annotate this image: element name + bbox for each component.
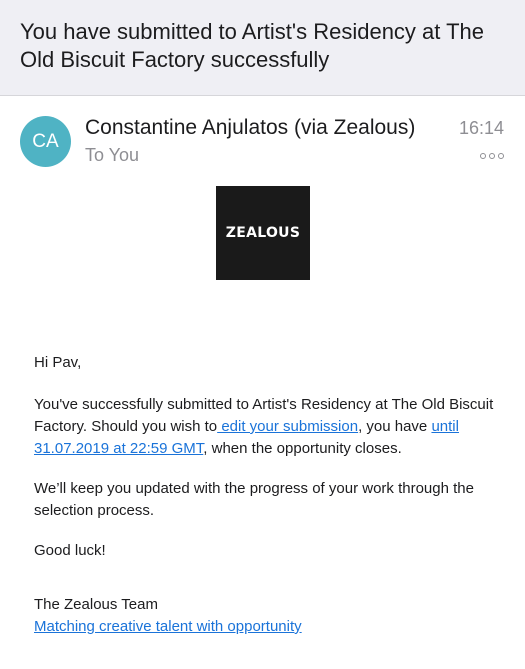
good-luck-text: Good luck! <box>34 542 106 559</box>
sender-name[interactable]: Constantine Anjulatos (via Zealous) <box>85 116 415 140</box>
tagline-link[interactable]: Matching creative talent with opportunit… <box>34 618 302 635</box>
email-body: Hi Pav, You've successfully submitted to… <box>34 352 494 638</box>
updates-paragraph: We’ll keep you updated with the progress… <box>34 480 474 519</box>
submission-paragraph: You've successfully submitted to Artist'… <box>34 394 494 460</box>
more-dot <box>498 153 504 159</box>
para1-middle: , you have <box>358 418 432 435</box>
para1-end: , when the opportunity closes. <box>203 440 402 457</box>
sender-avatar[interactable]: CA <box>20 116 71 167</box>
more-dot <box>489 153 495 159</box>
email-subject: You have submitted to Artist's Residency… <box>20 19 485 72</box>
recipient-line[interactable]: To You <box>85 145 139 166</box>
subject-bar: You have submitted to Artist's Residency… <box>0 0 525 96</box>
email-header: CA Constantine Anjulatos (via Zealous) T… <box>0 96 525 176</box>
more-dot <box>480 153 486 159</box>
edit-submission-link[interactable]: edit your submission <box>217 418 358 435</box>
signature-name: The Zealous Team <box>34 596 158 613</box>
greeting: Hi Pav, <box>34 354 82 371</box>
zealous-logo: ZEALOUS <box>216 186 310 280</box>
email-time: 16:14 <box>458 118 504 138</box>
more-options-icon[interactable] <box>480 153 504 159</box>
